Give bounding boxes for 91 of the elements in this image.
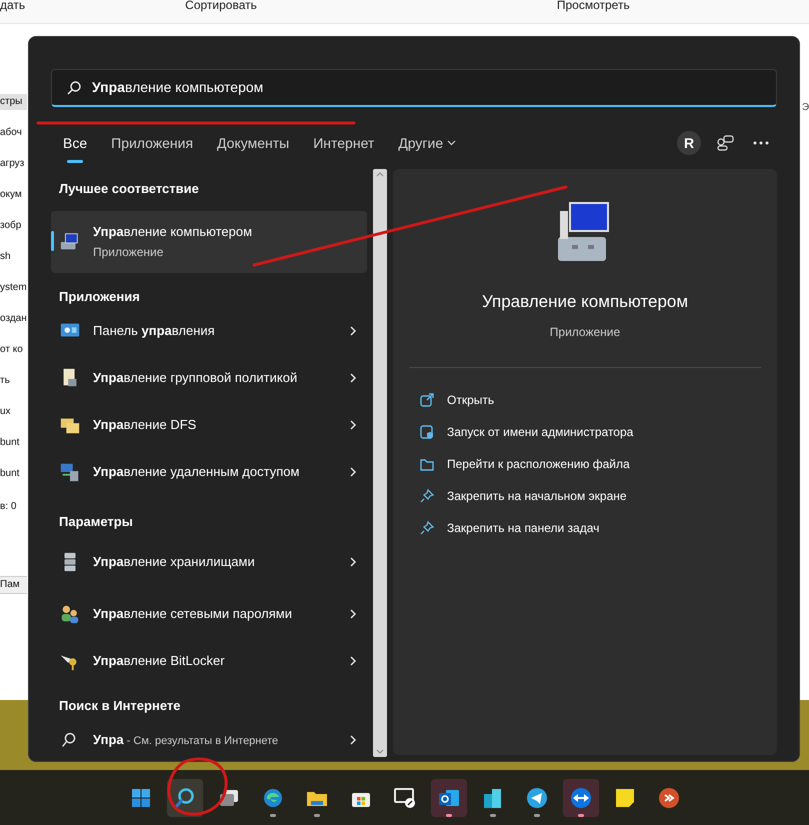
result-item[interactable]: Управление сетевыми паролями bbox=[51, 588, 367, 640]
action-item[interactable]: Закрепить на начальном экране bbox=[409, 480, 761, 512]
result-subtitle: Приложение bbox=[93, 244, 164, 262]
paper-plane-icon bbox=[524, 786, 548, 810]
navigation-item[interactable]: ux bbox=[0, 404, 27, 420]
action-label: Закрепить на панели задач bbox=[447, 520, 600, 536]
toolbar-label[interactable]: дать bbox=[0, 0, 26, 10]
result-title: Управление компьютером bbox=[93, 222, 252, 241]
chevron-right-icon bbox=[349, 734, 357, 746]
bottom-panel-label[interactable]: Пам bbox=[0, 576, 27, 594]
remote-desktop-icon bbox=[656, 786, 680, 810]
chevron-right-icon bbox=[349, 466, 357, 478]
action-item[interactable]: Перейти к расположению файла bbox=[409, 448, 761, 480]
chevron-right-icon bbox=[349, 654, 357, 666]
scrollbar[interactable] bbox=[373, 169, 387, 757]
window-shield-icon bbox=[419, 424, 435, 440]
result-item[interactable]: Управление групповой политикой bbox=[51, 352, 367, 404]
navigation-item[interactable]: ть bbox=[0, 373, 27, 389]
section-heading: Приложения bbox=[59, 288, 141, 306]
best-match-item[interactable]: Управление компьютером Приложение bbox=[51, 210, 367, 272]
chevron-right-icon bbox=[349, 556, 357, 568]
navigation-item[interactable]: оздан bbox=[0, 311, 27, 327]
network-computer-icon bbox=[59, 461, 81, 483]
action-label: Перейти к расположению файла bbox=[447, 456, 630, 472]
action-label: Закрепить на начальном экране bbox=[447, 488, 627, 504]
action-label: Открыть bbox=[447, 392, 494, 408]
result-item[interactable]: Управление удаленным доступом bbox=[51, 446, 367, 498]
navigation-item[interactable]: агруз bbox=[0, 156, 27, 172]
selection-indicator bbox=[51, 230, 54, 250]
preview-subtitle: Приложение bbox=[550, 324, 620, 340]
navigation-item[interactable]: окум bbox=[0, 187, 27, 203]
column-header: Э bbox=[802, 101, 809, 114]
result-title: Панель управления bbox=[93, 322, 216, 340]
action-item[interactable]: Открыть bbox=[409, 384, 761, 416]
search-icon bbox=[172, 786, 196, 810]
account-avatar[interactable]: R bbox=[677, 131, 701, 155]
navigation-item[interactable]: ystem bbox=[0, 280, 27, 296]
result-item[interactable]: Панель управления bbox=[51, 310, 367, 352]
toolbar-label[interactable]: Просмотреть bbox=[556, 0, 630, 10]
navigation-item[interactable]: sh bbox=[0, 249, 27, 265]
chevron-right-icon bbox=[349, 608, 357, 620]
scroll-up-icon bbox=[376, 171, 384, 177]
navigation-item[interactable]: стры bbox=[0, 94, 27, 110]
section-heading: Параметры bbox=[59, 513, 134, 531]
search-query: Управление компьютером bbox=[92, 78, 264, 97]
search-icon bbox=[66, 80, 82, 96]
status-text: в: 0 bbox=[0, 500, 18, 514]
filter-tab[interactable]: Документы bbox=[205, 127, 302, 159]
chat-bubbles-icon bbox=[716, 134, 734, 152]
chevron-right-icon bbox=[349, 372, 357, 384]
action-item[interactable]: Запуск от имени администратора bbox=[409, 416, 761, 448]
section-heading: Поиск в Интернете bbox=[59, 696, 182, 715]
filter-tab[interactable]: Интернет bbox=[301, 127, 386, 159]
result-item[interactable]: Управление BitLocker bbox=[51, 640, 367, 682]
navigation-item[interactable]: bunt bbox=[0, 466, 27, 482]
filter-tab[interactable]: Все bbox=[51, 127, 100, 159]
navigation-item[interactable]: зобр bbox=[0, 218, 27, 234]
result-item[interactable]: Упра - См. результаты в Интернете bbox=[51, 719, 367, 761]
taskbar-button[interactable] bbox=[430, 778, 466, 816]
chevron-right-icon bbox=[349, 419, 357, 431]
result-title: Управление DFS bbox=[93, 416, 198, 434]
computer-toolbox-icon bbox=[59, 230, 81, 252]
search-field[interactable]: Управление компьютером bbox=[51, 69, 777, 107]
navigation-item[interactable]: bunt bbox=[0, 435, 27, 451]
result-title: Управление хранилищами bbox=[93, 552, 256, 571]
navigation-item[interactable]: абоч bbox=[0, 125, 27, 141]
selected-tab-indicator bbox=[67, 160, 84, 163]
result-title: Управление BitLocker bbox=[93, 652, 226, 670]
chevron-down-icon bbox=[447, 140, 456, 146]
result-title: Упра - См. результаты в Интернете bbox=[93, 730, 280, 749]
toolbar-label[interactable]: Сортировать bbox=[185, 0, 257, 10]
section-heading: Лучшее соответствие bbox=[59, 180, 200, 198]
pin-icon bbox=[419, 520, 435, 536]
pin-icon bbox=[419, 488, 435, 504]
action-label: Запуск от имени администратора bbox=[447, 424, 634, 440]
result-title: Управление групповой политикой bbox=[93, 369, 298, 387]
navigation-item[interactable]: от ко bbox=[0, 342, 27, 358]
result-item[interactable]: Управление DFS bbox=[51, 404, 367, 446]
chevron-right-icon bbox=[349, 325, 357, 337]
more-icon bbox=[753, 141, 769, 145]
monitor-icon bbox=[392, 786, 416, 810]
filter-tab[interactable]: Другие bbox=[386, 127, 468, 159]
preview-title: Управление компьютером bbox=[482, 291, 688, 313]
result-item[interactable]: Управление хранилищами bbox=[51, 536, 367, 588]
filter-tab[interactable]: Приложения bbox=[99, 127, 206, 159]
taskbar-button[interactable] bbox=[562, 778, 598, 816]
open-external-icon bbox=[419, 392, 435, 408]
action-item[interactable]: Закрепить на панели задач bbox=[409, 512, 761, 544]
result-title: Управление сетевыми паролями bbox=[93, 604, 293, 623]
result-title: Управление удаленным доступом bbox=[93, 463, 300, 481]
scroll-down-icon bbox=[376, 749, 384, 755]
